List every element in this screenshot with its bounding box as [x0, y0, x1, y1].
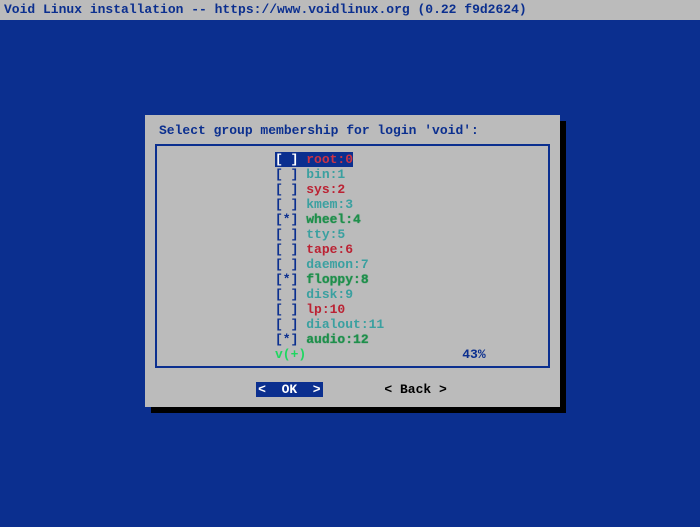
scroll-indicator-row: v(+) 43% [165, 347, 540, 362]
screen: Void Linux installation -- https://www.v… [0, 0, 700, 527]
dialog-buttons: < OK > < Back > [155, 382, 550, 397]
checkbox[interactable]: [ ] [275, 257, 306, 272]
group-name: sys:2 [306, 182, 345, 197]
group-name: tape:6 [306, 242, 353, 257]
dialog-prompt: Select group membership for login 'void'… [155, 121, 550, 144]
group-item[interactable]: [ ] kmem:3 [165, 197, 540, 212]
group-name: kmem:3 [306, 197, 353, 212]
back-button[interactable]: < Back > [382, 382, 448, 397]
group-name: dialout:11 [306, 317, 384, 332]
group-item[interactable]: [ ] bin:1 [165, 167, 540, 182]
group-item[interactable]: [ ] tape:6 [165, 242, 540, 257]
group-item[interactable]: [*] audio:12 [165, 332, 540, 347]
checkbox[interactable]: [ ] [275, 167, 306, 182]
group-item[interactable]: [*] floppy:8 [165, 272, 540, 287]
group-item[interactable]: [ ] sys:2 [165, 182, 540, 197]
group-name: bin:1 [306, 167, 345, 182]
scroll-percent: 43% [462, 347, 485, 362]
group-item[interactable]: [ ] lp:10 [165, 302, 540, 317]
group-item[interactable]: [*] wheel:4 [165, 212, 540, 227]
checkbox[interactable]: [*] [275, 272, 306, 287]
group-item[interactable]: [ ] root:0 [165, 152, 540, 167]
scroll-more-indicator: v(+) [275, 347, 306, 362]
checkbox[interactable]: [ ] [275, 152, 306, 167]
group-item[interactable]: [ ] tty:5 [165, 227, 540, 242]
checkbox[interactable]: [ ] [275, 227, 306, 242]
group-name: audio:12 [306, 332, 368, 347]
window-title: Void Linux installation -- https://www.v… [0, 0, 700, 20]
group-item[interactable]: [ ] daemon:7 [165, 257, 540, 272]
checkbox[interactable]: [*] [275, 212, 306, 227]
ok-button[interactable]: < OK > [256, 382, 322, 397]
checkbox[interactable]: [ ] [275, 287, 306, 302]
group-name: tty:5 [306, 227, 345, 242]
group-name: floppy:8 [306, 272, 368, 287]
group-membership-dialog: Select group membership for login 'void'… [145, 115, 560, 407]
checkbox[interactable]: [*] [275, 332, 306, 347]
group-name: lp:10 [306, 302, 345, 317]
group-item[interactable]: [ ] dialout:11 [165, 317, 540, 332]
checkbox[interactable]: [ ] [275, 317, 306, 332]
group-item[interactable]: [ ] disk:9 [165, 287, 540, 302]
group-name: disk:9 [306, 287, 353, 302]
group-name: root:0 [306, 152, 353, 167]
checkbox[interactable]: [ ] [275, 182, 306, 197]
spacer [306, 347, 462, 362]
group-list[interactable]: [ ] root:0[ ] bin:1[ ] sys:2[ ] kmem:3[*… [155, 144, 550, 368]
group-name: wheel:4 [306, 212, 361, 227]
group-name: daemon:7 [306, 257, 368, 272]
checkbox[interactable]: [ ] [275, 302, 306, 317]
checkbox[interactable]: [ ] [275, 242, 306, 257]
checkbox[interactable]: [ ] [275, 197, 306, 212]
